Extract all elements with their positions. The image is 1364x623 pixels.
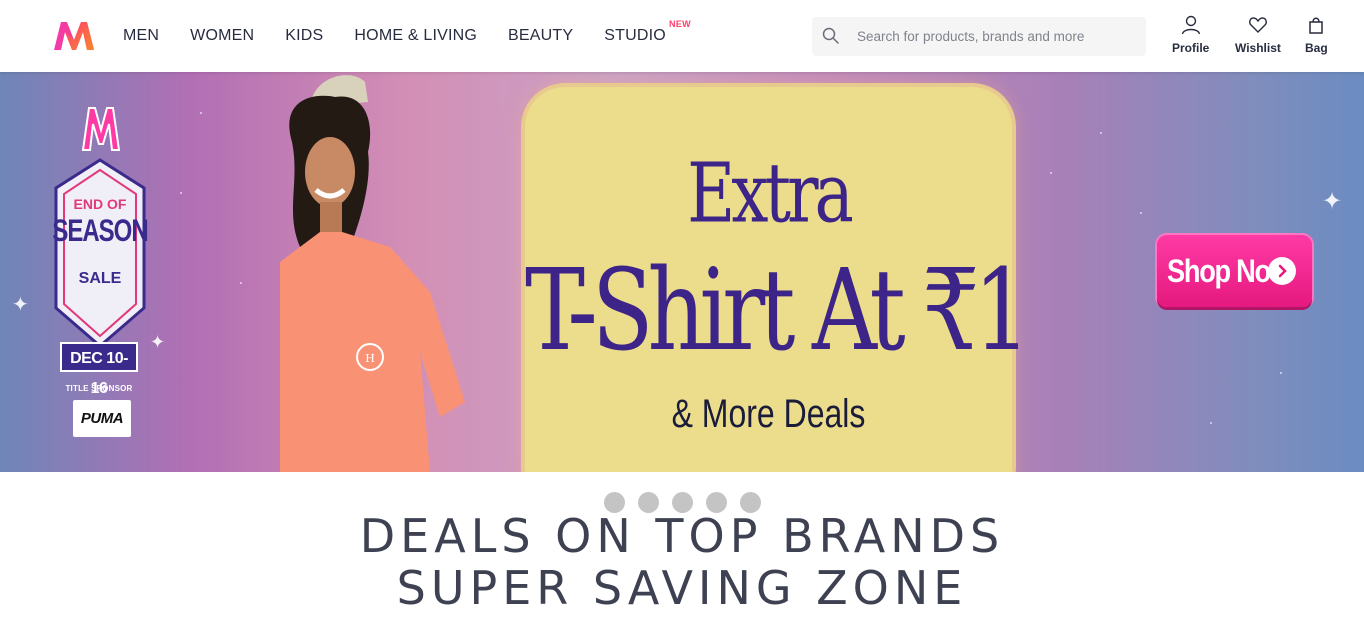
section-title-line2: SUPER SAVING ZONE (396, 561, 968, 615)
sale-line2: SEASON (52, 213, 148, 249)
bag-icon (1309, 17, 1324, 34)
sale-dates: DEC 10-16 (60, 342, 138, 397)
sparkle-icon: ✦ (1322, 188, 1343, 215)
shop-now-button[interactable]: Shop Now (1157, 235, 1312, 307)
search-bar (812, 17, 1146, 56)
end-of-season-sale-badge: END OF SEASON SALE (52, 158, 149, 348)
wishlist-label: Wishlist (1235, 41, 1281, 55)
puma-logo: PUMA (73, 400, 131, 437)
model-illustration: H (280, 72, 480, 472)
offer-card[interactable]: Extra T-Shirt At ₹1 & More Deals (525, 87, 1031, 472)
new-badge: NEW (669, 19, 691, 29)
svg-text:H: H (365, 352, 375, 365)
bag-label: Bag (1305, 41, 1328, 55)
myntra-logo-icon[interactable] (52, 20, 96, 52)
main-nav: MEN WOMEN KIDS HOME & LIVING BEAUTY STUD… (123, 0, 697, 72)
profile-icon (1181, 15, 1200, 35)
sparkle-icon: ✦ (150, 332, 166, 352)
section-title-line1: DEALS ON TOP BRANDS (359, 509, 1005, 563)
search-icon[interactable] (822, 27, 840, 45)
nav-beauty[interactable]: BEAUTY (508, 27, 573, 45)
top-header: MEN WOMEN KIDS HOME & LIVING BEAUTY STUD… (0, 0, 1364, 72)
nav-men[interactable]: MEN (123, 27, 159, 45)
sale-line3: SALE (78, 270, 122, 287)
offer-headline-sub: & More Deals (671, 392, 866, 436)
offer-headline-main: T-Shirt At ₹1 (525, 245, 1031, 377)
sale-line1: END OF (73, 196, 127, 212)
nav-women[interactable]: WOMEN (190, 27, 254, 45)
wishlist-button[interactable]: Wishlist (1235, 15, 1281, 55)
sparkle-icon: ✦ (12, 294, 29, 316)
bag-button[interactable]: Bag (1305, 15, 1328, 55)
nav-studio[interactable]: STUDIO NEW (604, 19, 690, 45)
nav-kids[interactable]: KIDS (285, 27, 323, 45)
heart-icon (1249, 17, 1267, 33)
myntra-sale-logo-icon (80, 102, 122, 154)
search-input[interactable] (857, 17, 1137, 56)
hero-banner[interactable]: ✦ ✦ ✦ END OF SEASON SALE DEC 10-16 TITLE… (0, 72, 1364, 472)
section-title: DEALS ON TOP BRANDS SUPER SAVING ZONE (0, 510, 1364, 614)
profile-button[interactable]: Profile (1172, 15, 1209, 55)
nav-home-living[interactable]: HOME & LIVING (354, 27, 477, 45)
offer-headline-top: Extra (687, 145, 854, 242)
title-sponsor-label: TITLE SPONSOR (65, 384, 133, 393)
chevron-right-icon (1268, 257, 1296, 285)
profile-label: Profile (1172, 41, 1210, 55)
